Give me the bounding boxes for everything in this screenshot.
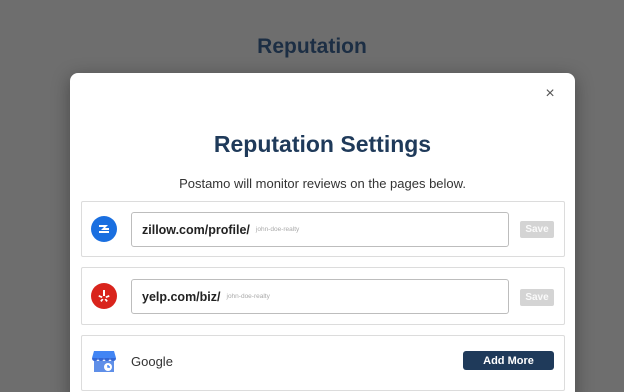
yelp-save-button[interactable]: Save bbox=[520, 289, 554, 306]
add-more-button[interactable]: Add More bbox=[463, 351, 554, 370]
yelp-url-prefix: yelp.com/biz/ bbox=[142, 289, 221, 304]
zillow-url-prefix: zillow.com/profile/ bbox=[142, 222, 250, 237]
zillow-row: zillow.com/profile/ john-doe-realty Save bbox=[81, 201, 565, 257]
google-label: Google bbox=[131, 354, 173, 369]
zillow-url-placeholder: john-doe-realty bbox=[255, 226, 300, 233]
yelp-url-input[interactable]: yelp.com/biz/ john-doe-realty bbox=[131, 279, 509, 314]
reputation-settings-modal: × Reputation Settings Postamo will monit… bbox=[70, 73, 575, 392]
modal-title: Reputation Settings bbox=[213, 131, 432, 157]
yelp-icon bbox=[91, 283, 117, 309]
zillow-icon bbox=[91, 216, 117, 242]
google-row: Google Add More bbox=[81, 335, 565, 391]
close-icon[interactable]: × bbox=[541, 85, 559, 103]
google-my-business-icon bbox=[91, 348, 117, 374]
modal-subtitle: Postamo will monitor reviews on the page… bbox=[179, 176, 466, 191]
yelp-row: yelp.com/biz/ john-doe-realty Save bbox=[81, 267, 565, 325]
yelp-url-placeholder: john-doe-realty bbox=[226, 293, 270, 300]
zillow-save-button[interactable]: Save bbox=[520, 221, 554, 238]
page-title: Reputation bbox=[257, 35, 367, 58]
zillow-url-input[interactable]: zillow.com/profile/ john-doe-realty bbox=[131, 212, 509, 247]
